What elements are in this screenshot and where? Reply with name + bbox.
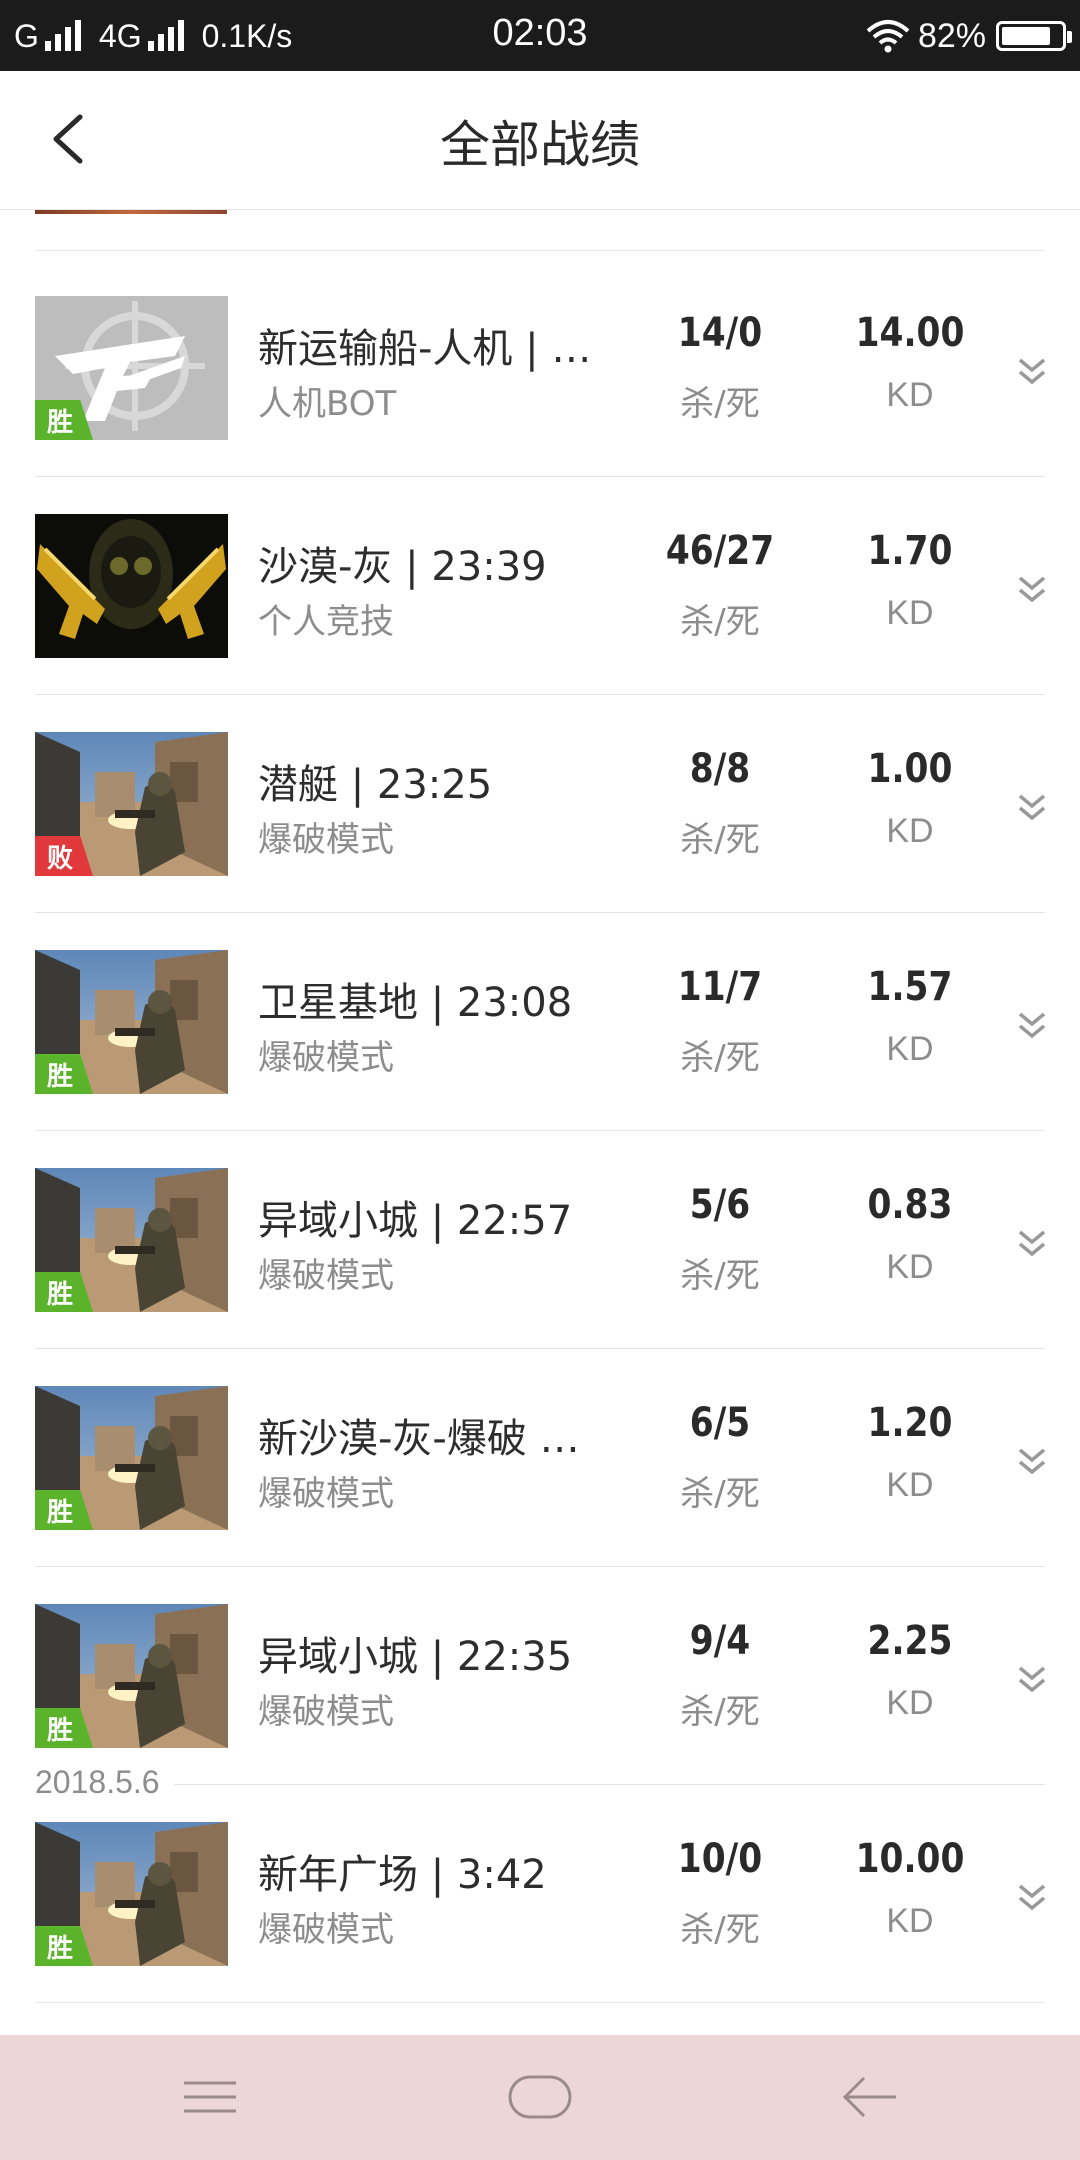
match-title: 卫星基地 | 23:08 [258, 980, 573, 1026]
match-mode: 爆破模式 [258, 1474, 394, 1514]
wifi-icon [866, 20, 910, 53]
match-title: 沙漠-灰 | 23:39 [258, 544, 547, 590]
double-chevron-down-icon [1018, 576, 1046, 603]
match-row[interactable]: 胜新年广场 | 3:42 爆破模式 10/0 杀/死 10.00 KD [0, 1784, 1080, 2002]
double-chevron-down-icon [1018, 1230, 1046, 1257]
kd-label: KD [886, 1030, 934, 1068]
double-chevron-down-icon [1018, 1884, 1046, 1911]
expand-button[interactable] [1014, 1008, 1050, 1044]
kd-label: KD [886, 1902, 934, 1940]
match-mode: 爆破模式 [258, 1256, 394, 1296]
kd-label: KD [886, 376, 934, 414]
match-list[interactable]: 胜新运输船-人机 | … 人机BOT 14/0 杀/死 14.00 KD 沙漠-灰 | 2… [0, 210, 1080, 2035]
map-thumbnail: 胜 [35, 1822, 228, 1966]
kd-value: 1.70 [867, 528, 953, 574]
back-button[interactable] [820, 2065, 920, 2129]
match-mode: 爆破模式 [258, 1038, 394, 1078]
home-icon [508, 2075, 572, 2119]
expand-button[interactable] [1014, 1880, 1050, 1916]
match-row[interactable]: 胜新沙漠-灰-爆破 … 爆破模式 6/5 杀/死 1.20 KD [0, 1348, 1080, 1566]
match-mode: 爆破模式 [258, 1910, 394, 1950]
kd-label: KD [886, 812, 934, 850]
match-mode: 个人竞技 [258, 602, 394, 642]
match-row[interactable]: 沙漠-灰 | 23:39 个人竞技 46/27 杀/死 1.70 KD [0, 476, 1080, 694]
kill-death-count: 10/0 [677, 1836, 763, 1882]
kill-death-label: 杀/死 [680, 1692, 760, 1732]
double-chevron-down-icon [1018, 1666, 1046, 1693]
match-row[interactable]: 胜异域小城 | 22:35 爆破模式 9/4 杀/死 2.25 KD [0, 1566, 1080, 1784]
match-mode: 人机BOT [258, 384, 397, 424]
double-chevron-down-icon [1018, 1448, 1046, 1475]
match-row[interactable]: 胜卫星基地 | 23:08 爆破模式 11/7 杀/死 1.57 KD [0, 912, 1080, 1130]
map-thumbnail: 胜 [35, 950, 228, 1094]
match-title: 新年广场 | 3:42 [258, 1852, 547, 1898]
system-nav-bar [0, 2035, 1080, 2160]
double-chevron-down-icon [1018, 358, 1046, 385]
map-thumbnail: 败 [35, 732, 228, 876]
kill-death-count: 11/7 [677, 964, 763, 1010]
kd-value: 1.00 [867, 746, 953, 792]
status-right: 82% [866, 12, 1072, 60]
double-chevron-down-icon [1018, 794, 1046, 821]
expand-button[interactable] [1014, 1662, 1050, 1698]
kd-value: 2.25 [867, 1618, 953, 1664]
page-title: 全部战绩 [440, 116, 640, 174]
kd-value: 10.00 [855, 1836, 965, 1882]
kill-death-label: 杀/死 [680, 1038, 760, 1078]
map-thumbnail-image [35, 514, 228, 658]
match-title: 新沙漠-灰-爆破 … [258, 1416, 580, 1462]
expand-button[interactable] [1014, 572, 1050, 608]
menu-icon [184, 2081, 236, 2113]
match-mode: 爆破模式 [258, 1692, 394, 1732]
kill-death-label: 杀/死 [680, 602, 760, 642]
status-bar: G 4G 0.1K/s 02:03 82% [0, 0, 1080, 71]
menu-button[interactable] [160, 2065, 260, 2129]
home-button[interactable] [490, 2065, 590, 2129]
map-thumbnail: 胜 [35, 296, 228, 440]
kill-death-label: 杀/死 [680, 1256, 760, 1296]
kill-death-label: 杀/死 [680, 820, 760, 860]
kill-death-count: 5/6 [689, 1182, 751, 1228]
kill-death-label: 杀/死 [680, 1474, 760, 1514]
app-header: 全部战绩 [0, 71, 1080, 210]
kill-death-count: 14/0 [677, 310, 763, 356]
kd-label: KD [886, 1466, 934, 1504]
kd-value: 0.83 [867, 1182, 953, 1228]
expand-button[interactable] [1014, 1226, 1050, 1262]
kd-value: 1.20 [867, 1400, 953, 1446]
kill-death-label: 杀/死 [680, 1910, 760, 1950]
kill-death-label: 杀/死 [680, 384, 760, 424]
kill-death-count: 8/8 [689, 746, 751, 792]
kd-value: 14.00 [855, 310, 965, 356]
match-title: 异域小城 | 22:57 [258, 1198, 573, 1244]
double-chevron-down-icon [1018, 1012, 1046, 1039]
kd-label: KD [886, 1248, 934, 1286]
kd-label: KD [886, 594, 934, 632]
expand-button[interactable] [1014, 790, 1050, 826]
kd-label: KD [886, 1684, 934, 1722]
map-thumbnail: 胜 [35, 1386, 228, 1530]
map-thumbnail [35, 514, 228, 658]
match-title: 潜艇 | 23:25 [258, 762, 493, 808]
battery-icon [996, 21, 1072, 51]
divider [35, 250, 1045, 251]
map-thumbnail: 胜 [35, 1604, 228, 1748]
kill-death-count: 6/5 [689, 1400, 751, 1446]
match-row[interactable]: 胜新运输船-人机 | … 人机BOT 14/0 杀/死 14.00 KD [0, 258, 1080, 476]
battery-percent: 82% [917, 16, 986, 55]
expand-button[interactable] [1014, 1444, 1050, 1480]
map-thumbnail: 胜 [35, 1168, 228, 1312]
match-row[interactable]: 胜异域小城 | 22:57 爆破模式 5/6 杀/死 0.83 KD [0, 1130, 1080, 1348]
match-title: 新运输船-人机 | … [258, 326, 592, 372]
divider [35, 2002, 1045, 2003]
match-mode: 爆破模式 [258, 820, 394, 860]
kill-death-count: 46/27 [665, 528, 775, 574]
match-title: 异域小城 | 22:35 [258, 1634, 573, 1680]
kill-death-count: 9/4 [689, 1618, 751, 1664]
expand-button[interactable] [1014, 354, 1050, 390]
kd-value: 1.57 [867, 964, 953, 1010]
match-row[interactable]: 败潜艇 | 23:25 爆破模式 8/8 杀/死 1.00 KD [0, 694, 1080, 912]
back-arrow-icon [842, 2076, 896, 2118]
partial-thumbnail [35, 210, 227, 214]
